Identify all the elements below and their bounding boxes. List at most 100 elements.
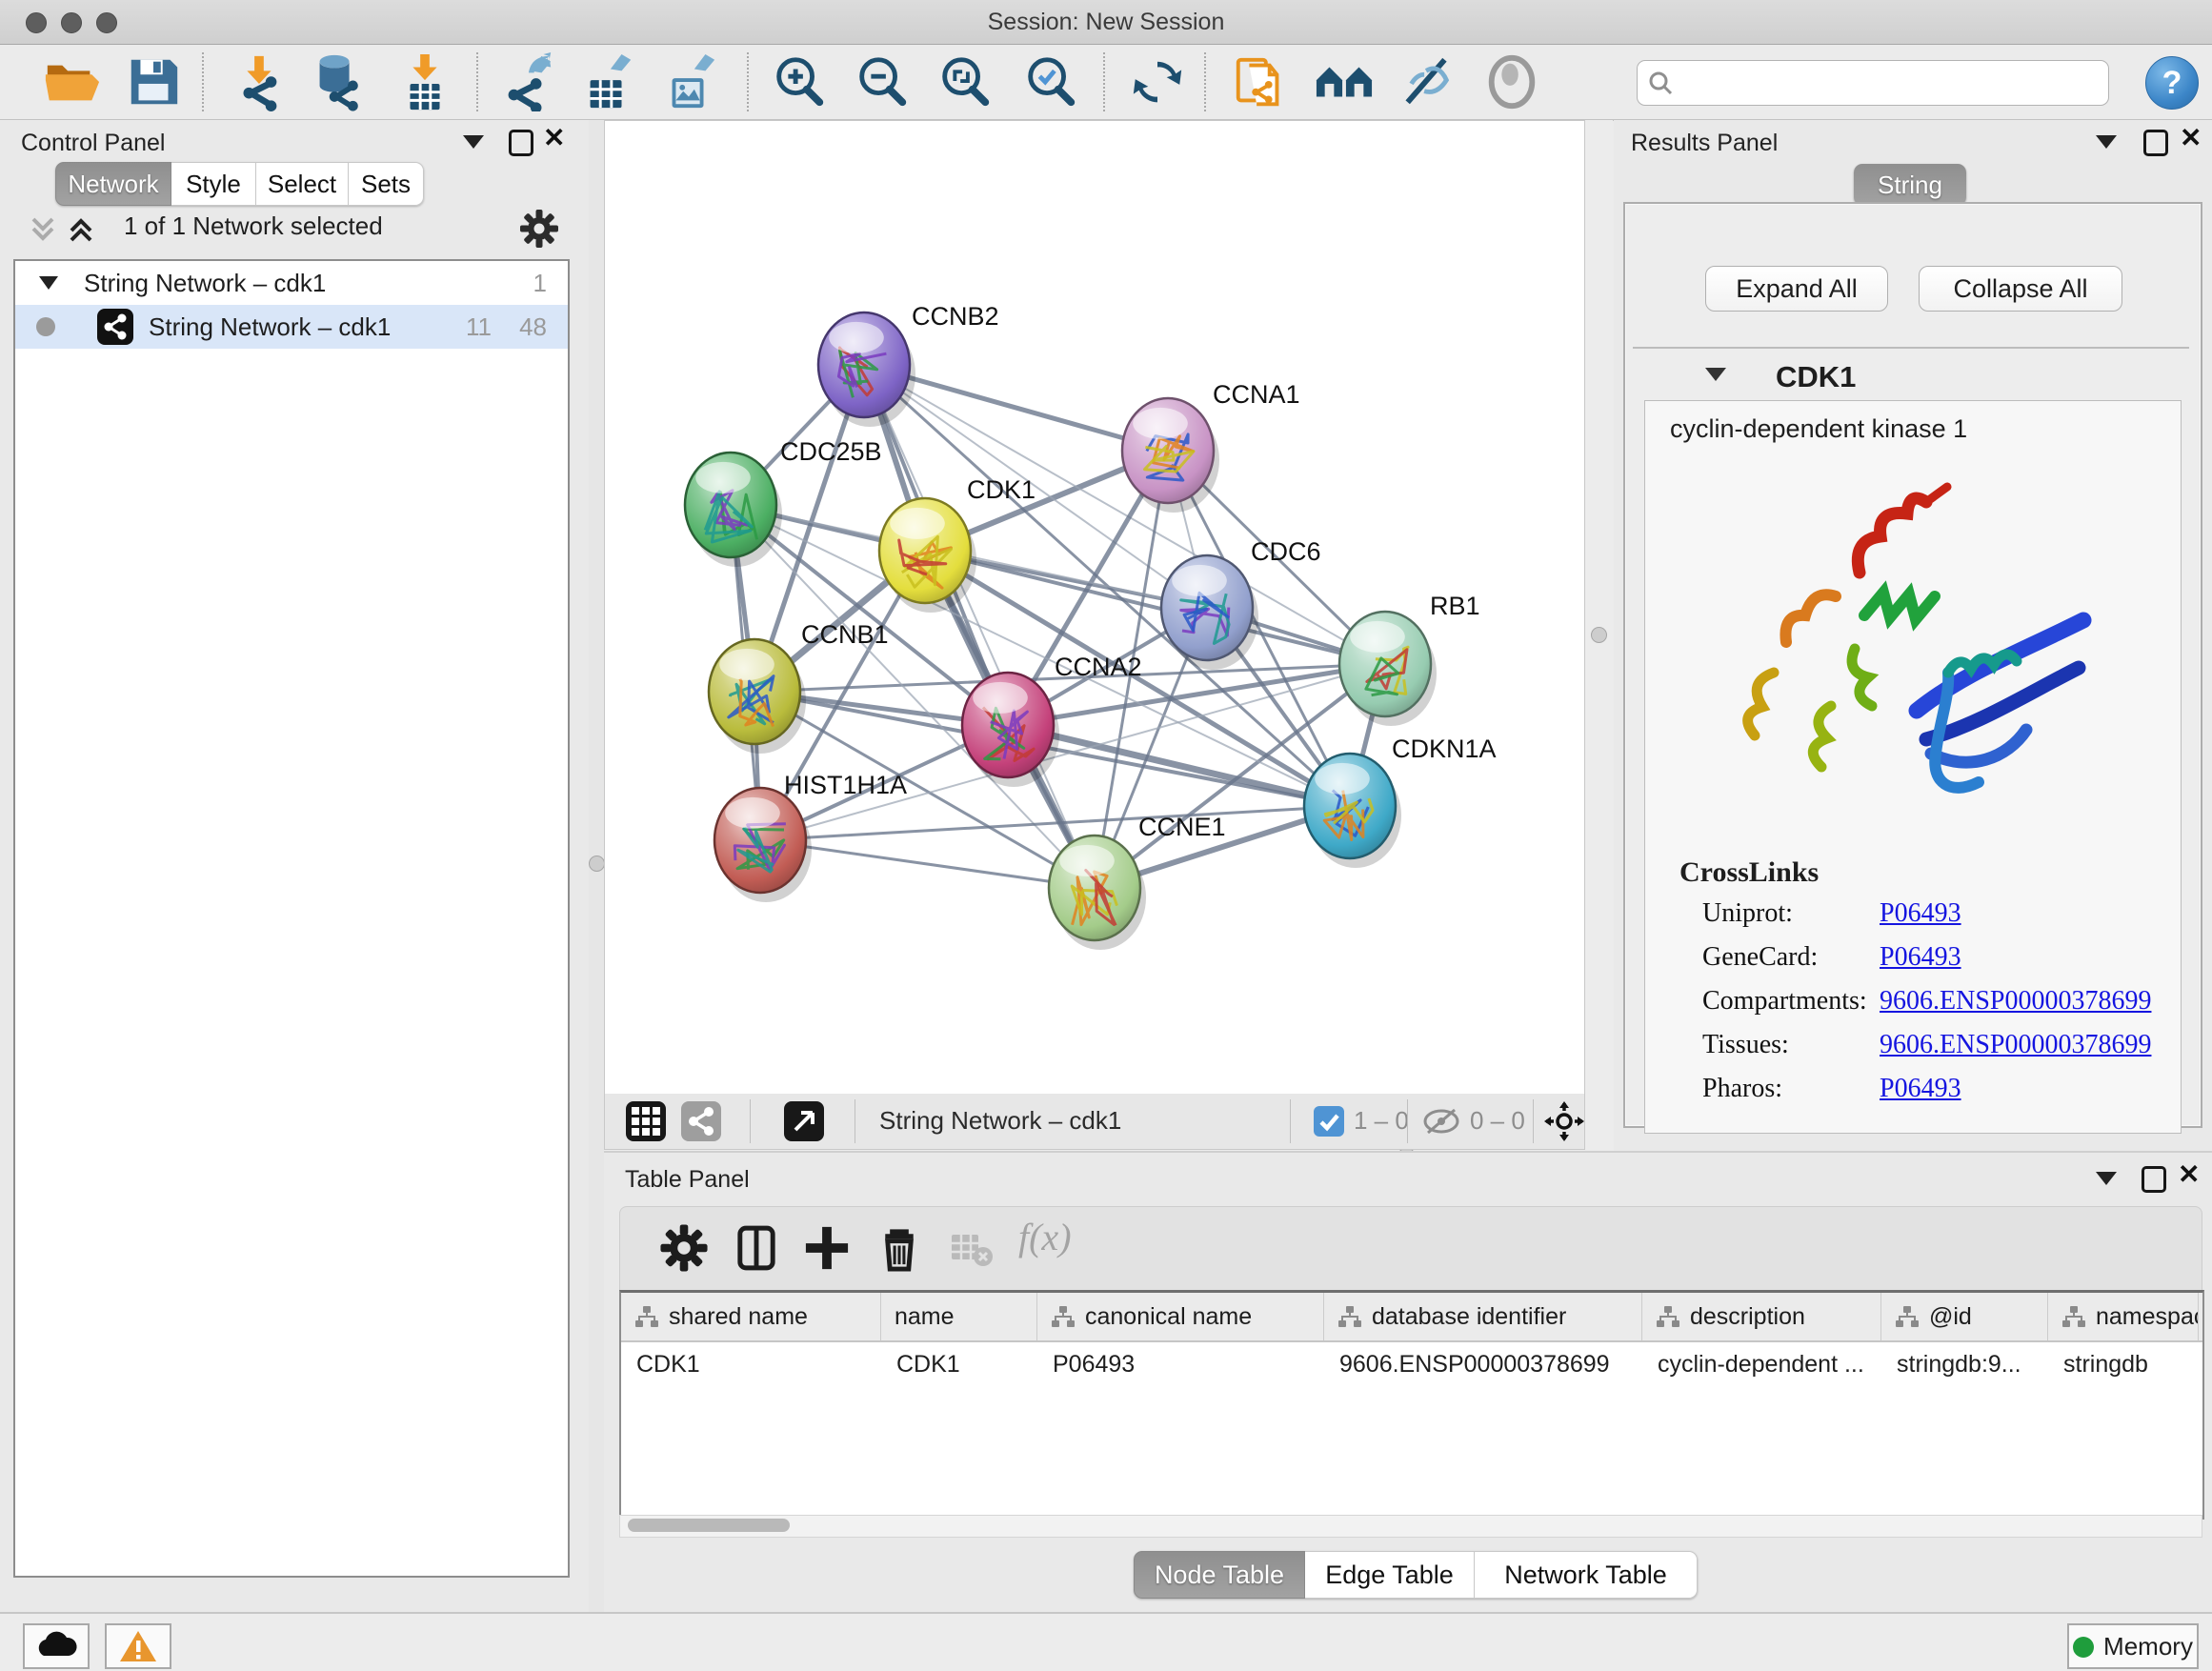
scrollbar-thumb[interactable] xyxy=(628,1519,790,1532)
zoom-selected-button[interactable] xyxy=(1021,52,1080,111)
table-cell[interactable]: stringdb xyxy=(2048,1342,2199,1386)
splitter-handle[interactable] xyxy=(1591,627,1607,643)
birds-eye-icon[interactable] xyxy=(1544,1101,1584,1141)
delete-table-icon[interactable] xyxy=(948,1222,994,1274)
tab-network[interactable]: Network xyxy=(55,162,171,206)
zoom-fit-button[interactable] xyxy=(935,52,995,111)
network-node-CCNB2[interactable] xyxy=(818,312,915,427)
warning-status-button[interactable] xyxy=(105,1623,171,1669)
control-panel-collapse-icon[interactable] xyxy=(463,135,484,149)
zoom-in-button[interactable] xyxy=(770,52,829,111)
tab-string[interactable]: String xyxy=(1854,164,1966,206)
function-builder-icon[interactable]: f(x) xyxy=(1018,1215,1072,1259)
crosslink-link[interactable]: P06493 xyxy=(1880,898,1961,929)
tab-select[interactable]: Select xyxy=(256,162,349,206)
control-panel-close-icon[interactable]: ✕ xyxy=(543,128,565,149)
results-panel-collapse-icon[interactable] xyxy=(2096,135,2117,149)
help-button[interactable]: ? xyxy=(2145,56,2199,110)
collapse-all-chevron-icon[interactable] xyxy=(65,213,97,246)
collapse-all-button[interactable]: Collapse All xyxy=(1919,266,2122,312)
results-panel-close-icon[interactable]: ✕ xyxy=(2180,128,2202,149)
table-cell[interactable]: stringdb:9... xyxy=(1881,1342,2048,1386)
export-network-button[interactable] xyxy=(497,52,556,111)
network-node-CCNE1[interactable] xyxy=(1049,836,1146,950)
table-cell[interactable]: cyclin-dependent ... xyxy=(1642,1342,1881,1386)
column-header-name[interactable]: name xyxy=(881,1293,1037,1340)
string-home-button[interactable] xyxy=(1315,52,1374,111)
open-session-button[interactable] xyxy=(42,52,101,111)
network-edge-CDK1-RB1[interactable] xyxy=(925,551,1385,664)
column-header-canonical-name[interactable]: canonical name xyxy=(1037,1293,1324,1340)
import-table-from-file-button[interactable] xyxy=(395,52,454,111)
export-image-button[interactable] xyxy=(659,52,718,111)
crosslink-link[interactable]: P06493 xyxy=(1880,942,1961,973)
tree-expander-icon[interactable] xyxy=(38,274,59,292)
table-panel-float-icon[interactable] xyxy=(2142,1166,2166,1193)
column-header-database-identifier[interactable]: database identifier xyxy=(1324,1293,1642,1340)
network-node-CDKN1A[interactable] xyxy=(1304,754,1401,868)
zoom-out-button[interactable] xyxy=(853,52,912,111)
expand-all-button[interactable]: Expand All xyxy=(1705,266,1888,312)
crosslink-link[interactable]: 9606.ENSP00000378699 xyxy=(1880,986,2151,1017)
table-cell[interactable]: P06493 xyxy=(1037,1342,1324,1386)
memory-button[interactable]: Memory xyxy=(2067,1623,2199,1669)
delete-column-icon[interactable] xyxy=(874,1222,925,1274)
save-session-button[interactable] xyxy=(124,52,183,111)
column-header--id[interactable]: @id xyxy=(1881,1293,2048,1340)
table-cell[interactable]: 9606.ENSP00000378699 xyxy=(1324,1342,1642,1386)
network-node-HIST1H1A[interactable] xyxy=(714,788,812,902)
network-node-CCNA2[interactable] xyxy=(962,673,1059,787)
table-row[interactable]: CDK1CDK1P064939606.ENSP00000378699cyclin… xyxy=(621,1342,2202,1386)
import-network-from-file-button[interactable] xyxy=(229,52,288,111)
results-panel-float-icon[interactable] xyxy=(2143,130,2168,156)
gene-collapse-icon[interactable] xyxy=(1705,368,1726,381)
network-item-row[interactable]: String Network – cdk1 11 48 xyxy=(15,305,568,349)
network-node-CDK1[interactable] xyxy=(879,498,976,613)
network-collection-row[interactable]: String Network – cdk1 1 xyxy=(15,261,568,305)
selected-checkbox-icon[interactable] xyxy=(1314,1106,1344,1137)
toolbar-search-field[interactable] xyxy=(1637,60,2109,106)
tab-style[interactable]: Style xyxy=(171,162,256,206)
network-graph[interactable]: CCNB2CCNA1CDC25BCDK1CDC6RB1CCNB1CCNA2CDK… xyxy=(605,121,1584,1095)
tab-edge-table[interactable]: Edge Table xyxy=(1305,1551,1475,1599)
show-columns-icon[interactable] xyxy=(731,1222,782,1274)
table-cell[interactable]: CDK1 xyxy=(621,1342,881,1386)
table-settings-gear-icon[interactable] xyxy=(658,1222,710,1274)
network-node-CCNB1[interactable] xyxy=(709,639,806,754)
hidden-eye-icon[interactable] xyxy=(1420,1106,1462,1137)
tab-network-table[interactable]: Network Table xyxy=(1475,1551,1698,1599)
share-document-button[interactable] xyxy=(1231,52,1290,111)
tab-node-table[interactable]: Node Table xyxy=(1134,1551,1305,1599)
network-node-CDC25B[interactable] xyxy=(685,453,782,567)
column-header-shared-name[interactable]: shared name xyxy=(621,1293,881,1340)
gene-section-header[interactable]: CDK1 xyxy=(1633,347,2189,402)
left-splitter[interactable] xyxy=(589,120,604,1612)
network-node-RB1[interactable] xyxy=(1339,612,1437,726)
table-cell[interactable]: CDK1 xyxy=(881,1342,1037,1386)
table-panel-close-icon[interactable]: ✕ xyxy=(2178,1164,2200,1185)
gear-icon[interactable] xyxy=(518,208,560,250)
detach-view-icon[interactable] xyxy=(784,1101,824,1141)
column-header-description[interactable]: description xyxy=(1642,1293,1881,1340)
refresh-view-button[interactable] xyxy=(1128,52,1187,111)
string-view-icon[interactable] xyxy=(681,1101,721,1141)
column-header-namespace[interactable]: namespace xyxy=(2048,1293,2199,1340)
import-network-from-database-button[interactable] xyxy=(307,52,366,111)
grid-view-icon[interactable] xyxy=(626,1101,666,1141)
show-graphics-details-button[interactable] xyxy=(1398,52,1458,111)
right-splitter[interactable] xyxy=(1584,120,1613,1151)
preview-eye-button[interactable] xyxy=(1482,52,1541,111)
network-node-CDC6[interactable] xyxy=(1161,555,1258,670)
network-canvas[interactable]: CCNB2CCNA1CDC25BCDK1CDC6RB1CCNB1CCNA2CDK… xyxy=(604,120,1585,1096)
network-node-CCNA1[interactable] xyxy=(1122,398,1219,513)
tab-sets[interactable]: Sets xyxy=(349,162,424,206)
create-column-icon[interactable] xyxy=(801,1222,853,1274)
search-input[interactable] xyxy=(1681,63,2095,101)
crosslink-link[interactable]: P06493 xyxy=(1880,1074,1961,1104)
expand-all-chevron-icon[interactable] xyxy=(27,213,59,246)
export-table-button[interactable] xyxy=(577,52,636,111)
control-panel-float-icon[interactable] xyxy=(509,130,533,156)
crosslink-link[interactable]: 9606.ENSP00000378699 xyxy=(1880,1030,2151,1060)
table-panel-collapse-icon[interactable] xyxy=(2096,1172,2117,1185)
table-horizontal-scrollbar[interactable] xyxy=(619,1515,2202,1538)
